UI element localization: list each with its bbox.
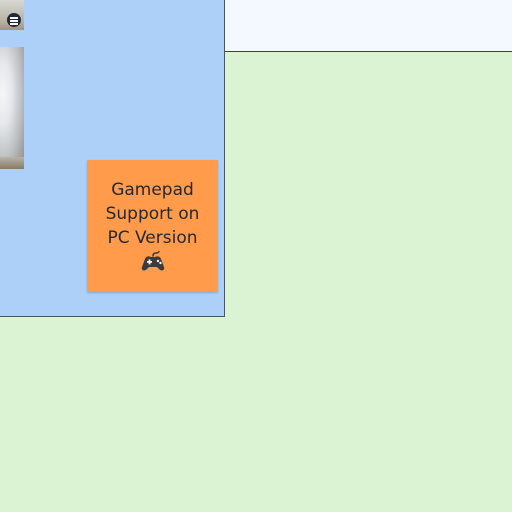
- menu-icon[interactable]: [7, 13, 21, 27]
- sticky-note[interactable]: Gamepad Support on PC Version: [87, 160, 218, 292]
- image-thumbnail[interactable]: [0, 47, 24, 169]
- image-thumbnail-top[interactable]: [0, 0, 24, 30]
- sticky-note-text: Gamepad Support on PC Version: [105, 180, 200, 248]
- blue-frame[interactable]: Gamepad Support on PC Version: [0, 0, 225, 317]
- gamepad-icon: [141, 251, 164, 271]
- top-strip: [224, 0, 512, 52]
